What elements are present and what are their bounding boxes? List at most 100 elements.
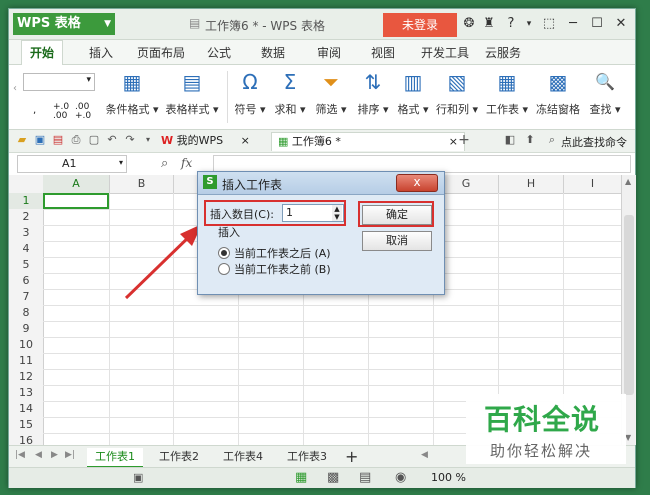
worksheet-button[interactable]: ▦ 工作表 ▾ [483,69,531,117]
row-header[interactable]: 9 [9,321,44,338]
zoom-level[interactable]: 100 % [431,471,466,484]
filter-button[interactable]: ⏷ 筛选 ▾ [311,69,351,117]
dialog-close-button[interactable]: x [396,174,438,192]
conditional-format-button[interactable]: ▦ 条件格式 ▾ [103,69,161,117]
freeze-pane-button[interactable]: ▩ 冻结窗格 [533,69,583,117]
sheet-tab[interactable]: 工作表3 [279,448,335,466]
print-icon[interactable]: ⎙ [69,133,83,147]
page-break-view-icon[interactable]: ▩ [327,470,339,485]
tab-data[interactable]: 数据 [261,44,285,61]
tab-formulas[interactable]: 公式 [207,44,231,61]
column-header[interactable]: B [110,175,174,193]
pdf-icon[interactable]: ▤ [51,133,65,147]
sheet-nav-last-icon[interactable]: ▶| [65,450,75,460]
sheet-tab[interactable]: 工作表4 [215,448,271,466]
search-icon[interactable]: ⌕ [545,133,559,147]
tab-my-wps[interactable]: W 我的WPS × [155,132,256,150]
dialog-title-bar[interactable]: S 插入工作表 x [198,172,444,195]
normal-view-icon[interactable]: ▦ [295,470,307,485]
radio-after[interactable] [218,247,230,259]
function-button[interactable]: fx [181,156,192,170]
cancel-button[interactable]: 取消 [362,231,432,251]
row-header[interactable]: 13 [9,385,44,402]
row-header[interactable]: 3 [9,225,44,242]
sort-button[interactable]: ⇅ 排序 ▾ [353,69,393,117]
row-header[interactable]: 6 [9,273,44,290]
row-column-button[interactable]: ▧ 行和列 ▾ [433,69,481,117]
macro-icon[interactable]: ▣ [133,471,143,484]
row-header[interactable]: 8 [9,305,44,322]
add-sheet-button[interactable]: + [345,447,358,466]
app-menu-button[interactable]: WPS 表格 ▼ [13,13,115,35]
maximize-icon[interactable]: ☐ [589,16,605,32]
tab-list-icon[interactable]: ◧ [503,133,517,147]
table-style-button[interactable]: ▤ 表格样式 ▾ [163,69,221,117]
row-header[interactable]: 5 [9,257,44,274]
select-all-corner[interactable] [9,175,44,193]
tab-view[interactable]: 视图 [371,44,395,61]
chevron-down-icon[interactable]: ▾ [521,16,537,32]
row-header[interactable]: 10 [9,337,44,354]
tab-insert[interactable]: 插入 [89,44,113,61]
minimize-icon[interactable]: ─ [565,16,581,32]
row-header[interactable]: 11 [9,353,44,370]
tab-cloud[interactable]: 云服务 [485,44,521,61]
help-icon[interactable]: ? [503,16,519,32]
zoom-icon[interactable]: ⌕ [161,156,168,171]
new-tab-icon[interactable]: + [457,133,471,147]
row-header[interactable]: 12 [9,369,44,386]
column-header[interactable]: H [499,175,564,193]
number-format-select[interactable]: ▾ [23,73,95,91]
chevron-left-icon[interactable]: ‹ [13,83,17,94]
chevron-up-icon[interactable]: ▲ [625,177,631,186]
name-box[interactable]: A1 ▾ [17,155,127,173]
pin-icon[interactable]: ⬆ [523,133,537,147]
scrollbar-thumb[interactable] [624,215,634,395]
row-header[interactable]: 4 [9,241,44,258]
tab-page-layout[interactable]: 页面布局 [137,44,185,61]
tab-home[interactable]: 开始 [21,40,64,65]
sum-button[interactable]: Σ 求和 ▾ [271,69,309,117]
tab-review[interactable]: 审阅 [317,44,341,61]
row-header[interactable]: 14 [9,401,44,418]
row-header[interactable]: 1 [9,193,44,210]
chevron-down-icon[interactable]: ▾ [141,133,155,147]
increase-decimal-button[interactable]: +.0 .00 [53,103,69,121]
row-header[interactable]: 7 [9,289,44,306]
scroll-left-icon[interactable]: ◀ [421,450,428,460]
tab-workbook[interactable]: ▦ 工作簿6 * × [271,132,465,151]
column-header[interactable]: I [564,175,622,193]
login-button[interactable]: 未登录 [383,13,457,37]
selected-cell[interactable] [43,193,109,209]
open-folder-icon[interactable]: ▰ [15,133,29,147]
close-icon[interactable]: ✕ [613,16,629,32]
column-header[interactable]: A [43,175,110,193]
row-header[interactable]: 15 [9,417,44,434]
undo-icon[interactable]: ↶ [105,133,119,147]
radio-before[interactable] [218,263,230,275]
sheet-nav-next-icon[interactable]: ▶ [51,450,58,460]
sheet-tab[interactable]: 工作表1 [87,448,143,468]
sheet-nav-prev-icon[interactable]: ◀ [35,450,42,460]
reading-mode-icon[interactable]: ◉ [395,470,406,485]
close-icon[interactable]: × [241,134,250,147]
format-button[interactable]: ▥ 格式 ▾ [393,69,433,117]
tab-developer[interactable]: 开发工具 [421,44,469,61]
skin-icon[interactable]: ❂ [461,16,477,32]
sheet-nav-first-icon[interactable]: |◀ [15,450,25,460]
find-button[interactable]: 🔍 查找 ▾ [585,69,625,117]
redo-icon[interactable]: ↷ [123,133,137,147]
command-search[interactable]: 点此查找命令 [561,134,627,150]
option-before-label[interactable]: 当前工作表之前 (B) [234,261,331,277]
shirt-icon[interactable]: ♜ [481,16,497,32]
page-layout-icon[interactable]: ▤ [359,470,371,485]
decrease-decimal-button[interactable]: .00 +.0 [75,103,91,121]
comma-style-icon[interactable]: , [33,105,36,116]
row-header[interactable]: 2 [9,209,44,226]
symbol-button[interactable]: Ω 符号 ▾ [231,69,269,117]
option-after-label[interactable]: 当前工作表之后 (A) [234,245,331,261]
sheet-tab[interactable]: 工作表2 [151,448,207,466]
restore-icon[interactable]: ⬚ [541,16,557,32]
print-preview-icon[interactable]: ▢ [87,133,101,147]
save-icon[interactable]: ▣ [33,133,47,147]
